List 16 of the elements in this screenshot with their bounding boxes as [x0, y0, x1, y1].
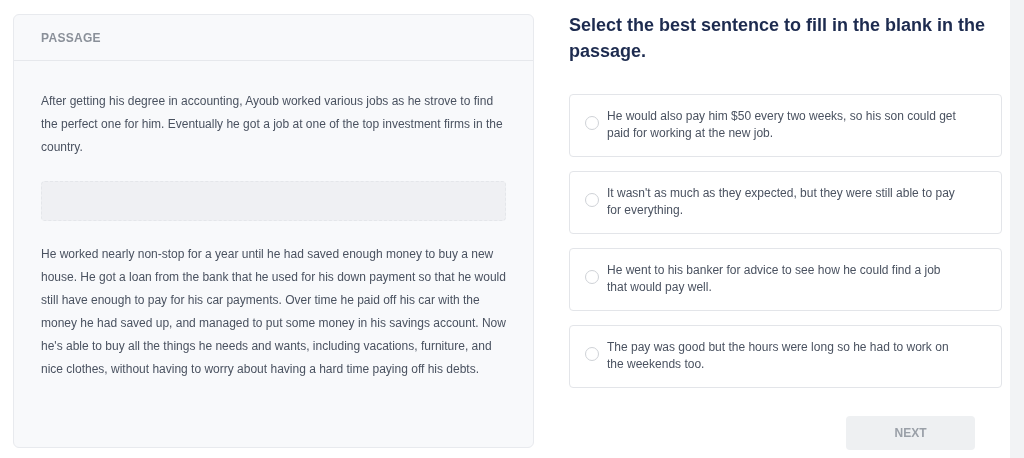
radio-button[interactable] [585, 116, 599, 130]
radio-button[interactable] [585, 347, 599, 361]
answer-option[interactable]: It wasn't as much as they expected, but they were still able to pay for everything. [569, 171, 1002, 234]
option-text: He went to his banker for advice to see how he could find a job that would pay well. [607, 262, 942, 296]
passage-paragraph: After getting his degree in accounting, Ayoub worked various jobs as he strove to find the perfect one for him. Eventually he got a job at one of the top investment firms in the country. [41, 93, 504, 156]
option-text: The pay was good but the hours were long so he had to work on the weekends too. [607, 339, 950, 373]
passage-paragraph: He worked nearly non-stop for a year until he had saved enough money to buy a new house. He got a loan from the bank that he used for his down payment so that he would still have enough to pay for his car payments. Over time he paid off his car with the money he had saved up, and managed to put some money in his savings account. Now he's able to buy all the things he needs and wants, including vacations, furniture, and nice clothes, without having to worry about having a hard time paying off his debts. [41, 246, 506, 378]
answer-option[interactable]: He would also pay him $50 every two weeks, so his son could get paid for working at the new job. [569, 94, 1002, 157]
radio-button[interactable] [585, 193, 599, 207]
option-text: He would also pay him $50 every two weeks, so his son could get paid for working at the new job. [607, 108, 957, 142]
radio-button[interactable] [585, 270, 599, 284]
answer-option[interactable]: He went to his banker for advice to see how he could find a job that would pay well. [569, 248, 1002, 311]
answer-option[interactable]: The pay was good but the hours were long so he had to work on the weekends too. [569, 325, 1002, 388]
option-text: It wasn't as much as they expected, but they were still able to pay for everything. [607, 185, 956, 219]
passage-heading: PASSAGE [41, 29, 101, 47]
question-text: Select the best sentence to fill in the blank in the passage. [569, 14, 987, 63]
